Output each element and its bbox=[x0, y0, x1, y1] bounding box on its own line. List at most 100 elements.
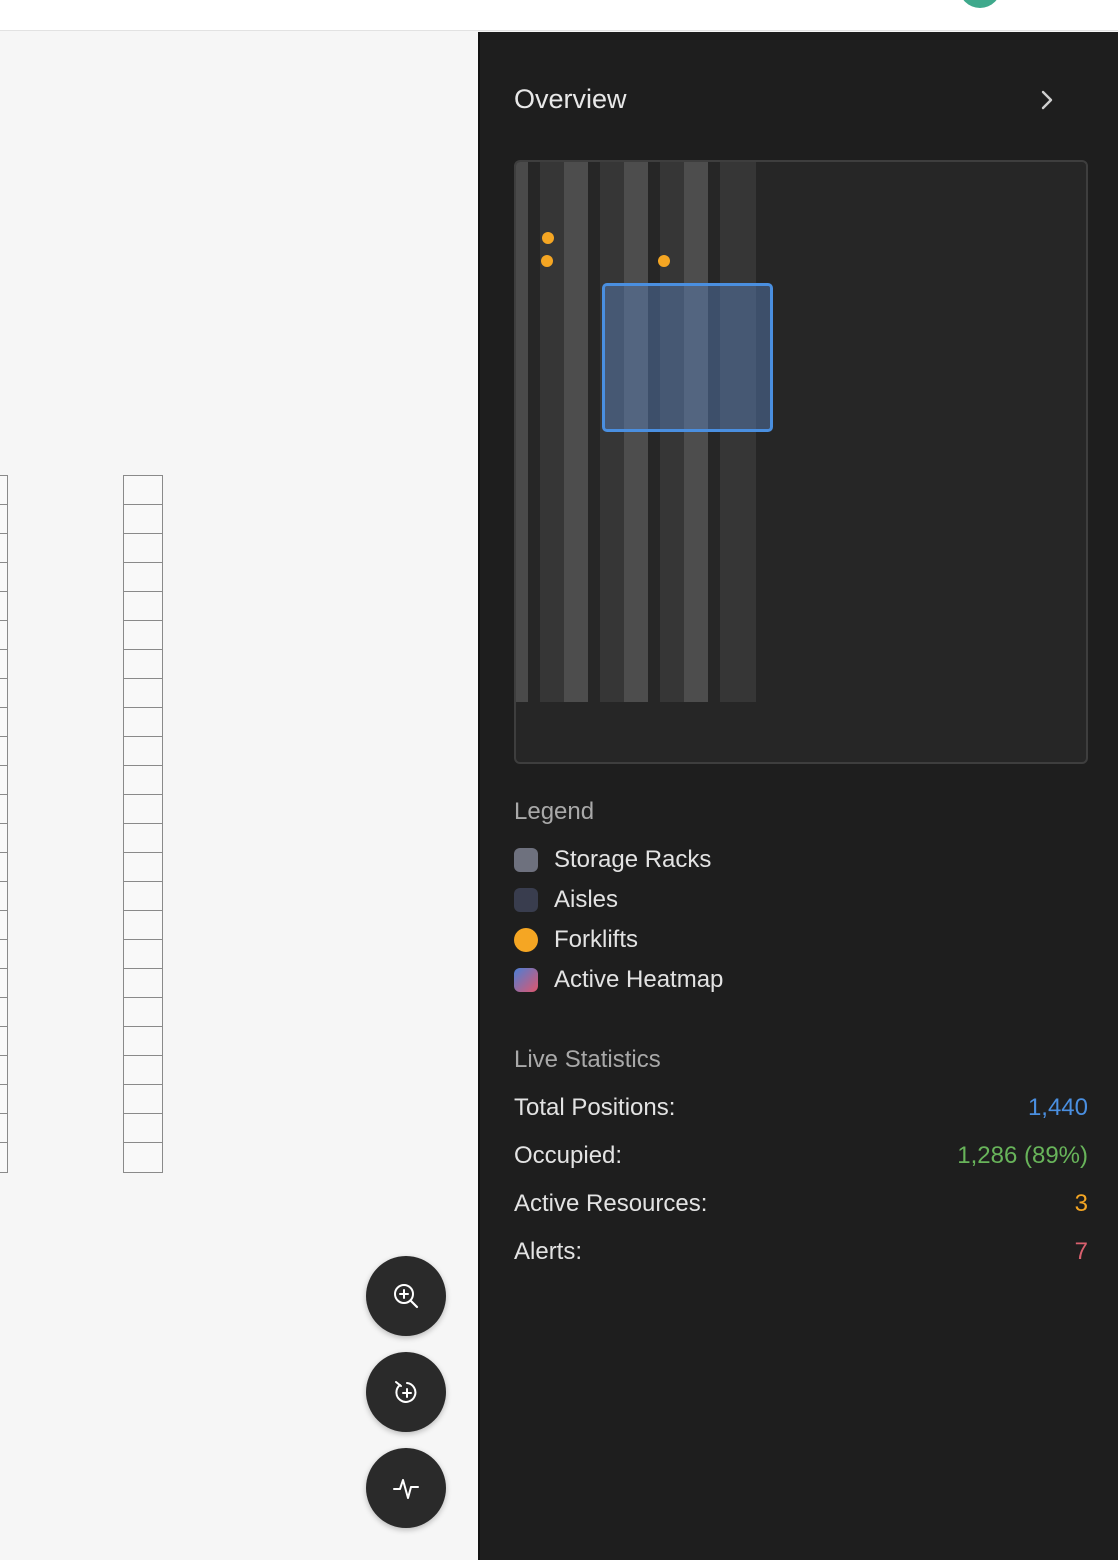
stats-heading: Live Statistics bbox=[514, 1046, 661, 1073]
forklift-marker bbox=[541, 255, 553, 267]
rack-slot[interactable] bbox=[124, 1056, 162, 1085]
legend-item-aisles: Aisles bbox=[514, 886, 619, 913]
rack-slot[interactable] bbox=[0, 563, 7, 592]
activity-button[interactable] bbox=[366, 1448, 446, 1528]
rack-slot[interactable] bbox=[124, 853, 162, 882]
legend-item-active-heatmap: Active Heatmap bbox=[514, 966, 724, 993]
rack-slot[interactable] bbox=[124, 824, 162, 853]
rack-slot[interactable] bbox=[0, 824, 7, 853]
rack-slot[interactable] bbox=[124, 650, 162, 679]
stat-label: Total Positions: bbox=[514, 1094, 676, 1121]
legend-heading: Legend bbox=[514, 798, 595, 825]
rack-slot[interactable] bbox=[0, 1114, 7, 1143]
zoom-in-button[interactable] bbox=[366, 1256, 446, 1336]
rack-slot[interactable] bbox=[0, 650, 7, 679]
rack-slot[interactable] bbox=[0, 998, 7, 1027]
rack-slot[interactable] bbox=[0, 708, 7, 737]
stat-total-positions: Total Positions: 1,440 bbox=[514, 1093, 1088, 1123]
minimap[interactable] bbox=[514, 160, 1088, 764]
legend-label: Forklifts bbox=[554, 926, 638, 953]
rack-slot[interactable] bbox=[0, 795, 7, 824]
rack-slot[interactable] bbox=[124, 911, 162, 940]
rack-slot[interactable] bbox=[124, 621, 162, 650]
minimap-rack bbox=[564, 162, 588, 702]
storage-rack[interactable] bbox=[123, 475, 163, 1173]
rack-slot[interactable] bbox=[0, 1056, 7, 1085]
rack-slot[interactable] bbox=[124, 998, 162, 1027]
rack-slot[interactable] bbox=[124, 766, 162, 795]
rack-slot[interactable] bbox=[124, 1114, 162, 1143]
legend-item-forklifts: Forklifts bbox=[514, 926, 638, 953]
avatar[interactable] bbox=[959, 0, 1001, 8]
rack-slot[interactable] bbox=[124, 476, 162, 505]
stat-value: 7 bbox=[1074, 1238, 1088, 1265]
stat-active-resources: Active Resources: 3 bbox=[514, 1189, 1088, 1219]
rack-slot[interactable] bbox=[0, 737, 7, 766]
legend-label: Storage Racks bbox=[554, 846, 712, 873]
chevron-right-icon[interactable] bbox=[1036, 86, 1060, 114]
rack-slot[interactable] bbox=[124, 737, 162, 766]
minimap-aisle bbox=[600, 162, 624, 702]
stat-alerts: Alerts: 7 bbox=[514, 1237, 1088, 1267]
rack-slot[interactable] bbox=[0, 505, 7, 534]
minimap-viewport[interactable] bbox=[602, 283, 773, 432]
stat-value: 3 bbox=[1074, 1190, 1088, 1217]
legend-swatch bbox=[514, 848, 538, 872]
legend-swatch bbox=[514, 968, 538, 992]
rack-slot[interactable] bbox=[124, 1027, 162, 1056]
rack-slot[interactable] bbox=[124, 940, 162, 969]
top-bar bbox=[0, 0, 1118, 31]
recenter-icon bbox=[395, 1381, 417, 1403]
legend-item-storage-racks: Storage Racks bbox=[514, 846, 712, 873]
activity-icon bbox=[393, 1479, 419, 1499]
rack-slot[interactable] bbox=[124, 534, 162, 563]
minimap-rack bbox=[516, 162, 528, 702]
rack-slot[interactable] bbox=[124, 708, 162, 737]
minimap-rack bbox=[684, 162, 708, 702]
legend-label: Active Heatmap bbox=[554, 966, 724, 993]
recenter-button[interactable] bbox=[366, 1352, 446, 1432]
rack-slot[interactable] bbox=[0, 853, 7, 882]
rack-slot[interactable] bbox=[124, 795, 162, 824]
rack-slot[interactable] bbox=[124, 882, 162, 911]
rack-slot[interactable] bbox=[0, 534, 7, 563]
rack-slot[interactable] bbox=[0, 1027, 7, 1056]
legend-label: Aisles bbox=[554, 886, 619, 913]
stat-occupied: Occupied: 1,286 (89%) bbox=[514, 1141, 1088, 1171]
rack-slot[interactable] bbox=[124, 1085, 162, 1114]
rack-slot[interactable] bbox=[0, 592, 7, 621]
rack-slot[interactable] bbox=[124, 969, 162, 998]
rack-slot[interactable] bbox=[0, 476, 7, 505]
rack-slot[interactable] bbox=[124, 679, 162, 708]
legend-swatch bbox=[514, 928, 538, 952]
rack-slot[interactable] bbox=[124, 505, 162, 534]
overview-panel: Overview Legend Storage Racks Aisles For… bbox=[478, 32, 1118, 1560]
rack-slot[interactable] bbox=[124, 592, 162, 621]
stat-label: Alerts: bbox=[514, 1238, 583, 1265]
stat-value: 1,286 (89%) bbox=[957, 1142, 1088, 1169]
rack-slot[interactable] bbox=[0, 679, 7, 708]
stat-label: Active Resources: bbox=[514, 1190, 708, 1217]
forklift-marker bbox=[658, 255, 670, 267]
rack-slot[interactable] bbox=[0, 1143, 7, 1172]
rack-slot[interactable] bbox=[0, 969, 7, 998]
minimap-aisle bbox=[660, 162, 684, 702]
rack-slot[interactable] bbox=[124, 563, 162, 592]
rack-slot[interactable] bbox=[0, 1085, 7, 1114]
storage-rack[interactable] bbox=[0, 475, 8, 1173]
minimap-rack bbox=[624, 162, 648, 702]
rack-slot[interactable] bbox=[124, 1143, 162, 1172]
rack-slot[interactable] bbox=[0, 621, 7, 650]
panel-title: Overview bbox=[514, 84, 627, 114]
rack-slot[interactable] bbox=[0, 882, 7, 911]
forklift-marker bbox=[542, 232, 554, 244]
zoom-in-icon bbox=[394, 1284, 419, 1309]
minimap-aisle bbox=[720, 162, 756, 702]
rack-slot[interactable] bbox=[0, 766, 7, 795]
rack-slot[interactable] bbox=[0, 940, 7, 969]
minimap-aisle bbox=[540, 162, 564, 702]
rack-slot[interactable] bbox=[0, 911, 7, 940]
legend-swatch bbox=[514, 888, 538, 912]
stat-value: 1,440 bbox=[1027, 1094, 1088, 1121]
warehouse-canvas[interactable] bbox=[0, 32, 478, 1560]
